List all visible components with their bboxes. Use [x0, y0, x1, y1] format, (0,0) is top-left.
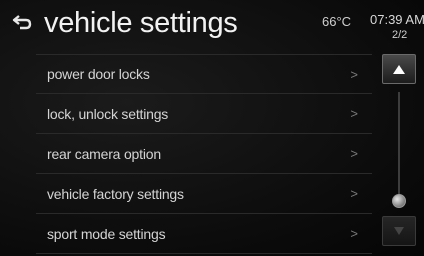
- chevron-right-icon: >: [350, 67, 358, 82]
- list-item-sport-mode-settings[interactable]: sport mode settings >: [36, 214, 372, 254]
- chevron-right-icon: >: [350, 186, 358, 201]
- list-item-label: lock, unlock settings: [47, 105, 169, 122]
- arrow-up-icon: [393, 64, 405, 74]
- settings-list: power door locks > lock, unlock settings…: [36, 54, 372, 254]
- screen: vehicle settings 66°C 07:39 AM 2/2 power…: [0, 0, 424, 256]
- chevron-right-icon: >: [350, 146, 358, 161]
- list-item-label: rear camera option: [47, 145, 161, 162]
- scrollbar[interactable]: [380, 54, 420, 254]
- chevron-right-icon: >: [350, 106, 358, 121]
- chevron-right-icon: >: [350, 226, 358, 241]
- list-item-label: sport mode settings: [47, 225, 166, 242]
- page-indicator: 2/2: [392, 29, 408, 41]
- list-item-label: power door locks: [47, 66, 150, 82]
- back-button[interactable]: [10, 12, 34, 34]
- scroll-up-button[interactable]: [382, 54, 416, 84]
- back-arrow-icon: [12, 15, 32, 30]
- list-item-label: vehicle factory settings: [47, 185, 184, 202]
- header: vehicle settings 66°C 07:39 AM 2/2: [0, 0, 424, 48]
- scroll-track[interactable]: [398, 92, 400, 202]
- scroll-thumb[interactable]: [392, 194, 406, 208]
- clock: 07:39 AM: [370, 12, 424, 27]
- list-item-vehicle-factory-settings[interactable]: vehicle factory settings >: [36, 174, 372, 214]
- arrow-down-icon: [394, 227, 404, 235]
- scroll-down-button[interactable]: [382, 216, 416, 246]
- list-item-power-door-locks[interactable]: power door locks >: [36, 54, 372, 94]
- temperature-readout: 66°C: [322, 14, 352, 29]
- list-item-rear-camera-option[interactable]: rear camera option >: [36, 134, 372, 174]
- page-title: vehicle settings: [44, 7, 238, 39]
- list-item-lock-unlock-settings[interactable]: lock, unlock settings >: [36, 94, 372, 134]
